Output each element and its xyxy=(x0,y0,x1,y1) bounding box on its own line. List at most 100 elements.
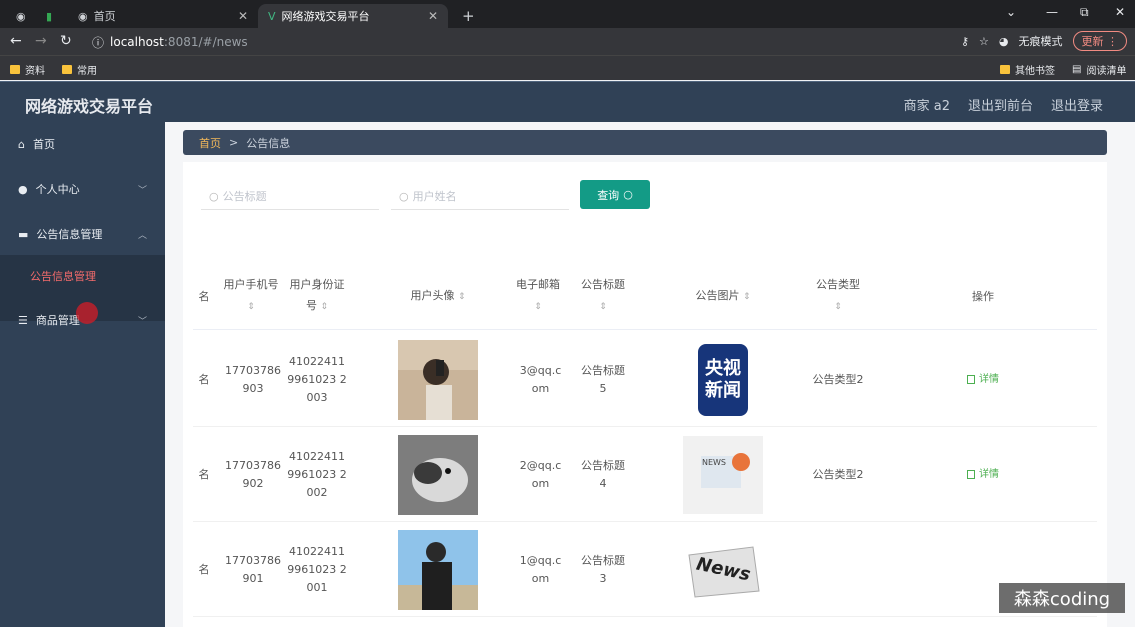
col-idcard[interactable]: 用户身份证号 ⇕ xyxy=(287,262,347,330)
sort-icon: ⇕ xyxy=(834,302,842,312)
info-icon: ⓘ xyxy=(92,35,105,50)
notice-image: 央视新闻 xyxy=(673,332,773,427)
vue-icon: V xyxy=(268,9,276,23)
sidebar: ⌂ 首页 ● 个人中心 ﹀ ▬ 公告信息管理 ︿ 公告信息管理 ☰ 商品管理 ﹀ xyxy=(0,122,165,627)
detail-button[interactable]: 详情 xyxy=(933,332,1033,427)
search-icon: ○ xyxy=(209,190,219,203)
notice-image: News xyxy=(673,522,773,617)
url-host: localhost xyxy=(110,35,164,49)
col-email[interactable]: 电子邮箱 ⇕ xyxy=(513,262,563,330)
app-header: 网络游戏交易平台 商家 a2 退出到前台 退出登录 xyxy=(0,81,1135,122)
globe-icon: ◉ xyxy=(16,9,26,23)
address-bar-row: ← → ↻ ⓘ localhost:8081/#/news ⚷ ☆ ◕ 无痕模式… xyxy=(0,28,1135,55)
col-action: 操作 xyxy=(972,289,994,303)
close-icon[interactable]: ✕ xyxy=(238,9,248,23)
tab-pinned-globe[interactable]: ◉ xyxy=(6,4,36,28)
breadcrumb-separator: > xyxy=(229,136,239,149)
tab-home[interactable]: ◉ 首页 ✕ xyxy=(68,4,258,28)
sort-icon: ⇕ xyxy=(320,302,329,312)
incognito-icon: ◕ xyxy=(998,34,1009,48)
breadcrumb-current: 公告信息 xyxy=(246,136,291,150)
star-icon[interactable]: ☆ xyxy=(979,35,989,48)
plus-icon: + xyxy=(462,7,475,25)
close-icon[interactable]: ✕ xyxy=(428,9,438,23)
sort-icon: ⇕ xyxy=(599,302,607,312)
search-icon: ○ xyxy=(399,190,409,203)
reading-list-icon: ▤ xyxy=(1072,64,1082,75)
table-row: 名 17703786901 410224119961023 2001 1@qq.… xyxy=(193,522,1097,617)
chevron-down-icon[interactable]: ⌄ xyxy=(1006,5,1016,19)
tab-pinned-sheet[interactable]: ▮ xyxy=(36,4,62,28)
key-icon[interactable]: ⚷ xyxy=(961,35,969,48)
tab-home-label: 首页 xyxy=(93,10,116,23)
globe-icon: ◉ xyxy=(78,9,88,23)
col-title[interactable]: 公告标题 ⇕ xyxy=(578,262,628,330)
table-header: 名 用户手机号 ⇕ 用户身份证号 ⇕ 用户头像 ⇕ 电子邮箱 ⇕ 公告标题 ⇕ 公告… xyxy=(193,262,1097,330)
notice-title-input[interactable] xyxy=(222,190,363,203)
chevron-down-icon: ﹀ xyxy=(137,316,147,327)
sidebar-subitem-notice-manage[interactable]: 公告信息管理 xyxy=(30,268,96,284)
maximize-icon[interactable]: ⧉ xyxy=(1080,5,1089,20)
back-icon[interactable]: ← xyxy=(10,33,22,49)
sidebar-item-profile[interactable]: ● 个人中心 ﹀ xyxy=(0,167,165,211)
bookmark-folder[interactable]: 资料 xyxy=(10,62,45,77)
app-title: 网络游戏交易平台 xyxy=(25,97,154,116)
col-type[interactable]: 公告类型 ⇕ xyxy=(793,262,883,330)
list-icon: ☰ xyxy=(18,313,28,327)
table-row: 名 17703786902 410224119961023 2002 2@qq.… xyxy=(193,427,1097,522)
search-icon: ○ xyxy=(623,188,633,201)
folder-icon xyxy=(10,65,20,74)
watermark: 森森coding xyxy=(999,583,1125,613)
browser-tab-bar: ◉ ▮ ◉ 首页 ✕ V 网络游戏交易平台 ✕ + ⌄ — ⧉ ✕ xyxy=(0,0,1135,28)
query-button[interactable]: 查询 ○ xyxy=(580,180,650,209)
reading-list[interactable]: ▤ 阅读清单 xyxy=(1072,62,1126,77)
logout-link[interactable]: 退出登录 xyxy=(1051,95,1103,114)
close-window-icon[interactable]: ✕ xyxy=(1115,5,1125,19)
avatar xyxy=(388,522,488,617)
notice-title-search[interactable]: ○ xyxy=(201,184,379,210)
breadcrumb-home[interactable]: 首页 xyxy=(199,135,221,151)
main-area: 首页 > 公告信息 ○ ○ 查询 ○ 名 用户手机号 ⇕ 用户身份证号 ⇕ 用户… xyxy=(165,122,1135,627)
sort-icon: ⇕ xyxy=(534,302,542,312)
breadcrumb: 首页 > 公告信息 xyxy=(183,130,1107,155)
document-icon xyxy=(967,470,975,479)
notice-image: NEWS xyxy=(673,427,773,522)
bookmarks-bar: 资料 常用 其他书签 ▤ 阅读清单 xyxy=(0,55,1135,80)
avatar xyxy=(388,427,488,522)
content-panel: ○ ○ 查询 ○ 名 用户手机号 ⇕ 用户身份证号 ⇕ 用户头像 ⇕ 电子邮箱⇕… xyxy=(183,162,1107,627)
bookmark-folder[interactable]: 常用 xyxy=(62,62,97,77)
current-user: 商家 a2 xyxy=(903,99,950,114)
minimize-icon[interactable]: — xyxy=(1046,5,1058,19)
forward-icon[interactable]: → xyxy=(35,33,47,49)
tab-app-label: 网络游戏交易平台 xyxy=(281,10,370,23)
tab-app[interactable]: V 网络游戏交易平台 ✕ xyxy=(258,4,448,28)
user-icon: ● xyxy=(18,182,28,196)
url-field[interactable]: ⓘ localhost:8081/#/news xyxy=(86,32,946,52)
sort-icon: ⇕ xyxy=(457,291,466,302)
update-button[interactable]: 更新 ⋮ xyxy=(1072,31,1127,51)
sheet-icon: ▮ xyxy=(46,9,53,23)
avatar xyxy=(388,332,488,427)
detail-button[interactable]: 详情 xyxy=(933,427,1033,522)
folder-icon xyxy=(1000,65,1010,74)
sidebar-item-notice[interactable]: ▬ 公告信息管理 ︿ xyxy=(0,212,165,256)
table-row: 名 17703786903 410224119961023 2003 3@qq.… xyxy=(193,332,1097,427)
document-icon xyxy=(967,375,975,384)
user-name-search[interactable]: ○ xyxy=(391,184,569,210)
reload-icon[interactable]: ↻ xyxy=(60,33,72,49)
home-icon: ⌂ xyxy=(18,137,25,151)
sidebar-item-home[interactable]: ⌂ 首页 xyxy=(0,122,165,166)
sort-icon: ⇕ xyxy=(247,302,255,312)
user-name-input[interactable] xyxy=(412,190,553,203)
chevron-up-icon: ︿ xyxy=(137,230,147,241)
back-to-front-link[interactable]: 退出到前台 xyxy=(968,95,1033,114)
incognito-label: 无痕模式 xyxy=(1018,35,1063,48)
col-avatar[interactable]: 用户头像 ⇕ xyxy=(388,262,488,330)
other-bookmarks[interactable]: 其他书签 xyxy=(1000,62,1055,77)
col-image[interactable]: 公告图片 ⇕ xyxy=(663,262,783,330)
chevron-down-icon: ﹀ xyxy=(137,185,147,196)
new-tab-button[interactable]: + xyxy=(452,4,485,28)
col-name: 名 xyxy=(198,289,210,303)
url-path: :8081/#/news xyxy=(163,35,248,49)
col-phone[interactable]: 用户手机号 ⇕ xyxy=(223,262,279,330)
